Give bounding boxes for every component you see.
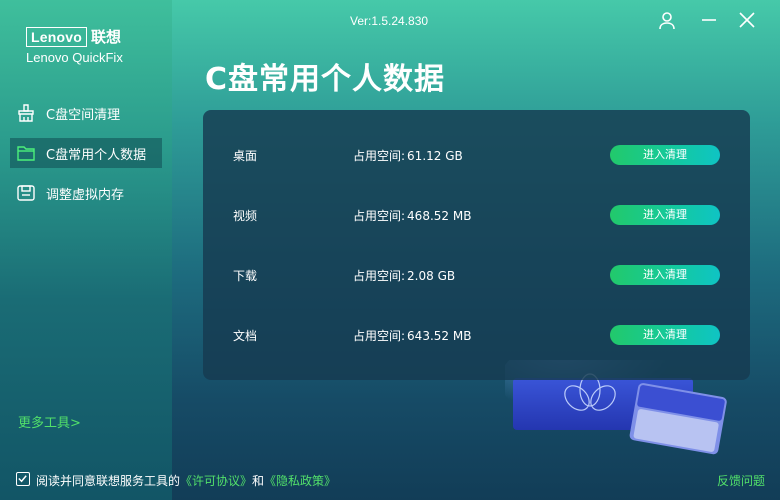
enter-cleanup-button[interactable]: 进入清理	[610, 265, 720, 285]
lenovo-logo: Lenovo 联想	[26, 26, 121, 47]
space-used: 占用空间: 468.52 MB	[353, 207, 471, 224]
sidebar-item-label: C盘空间清理	[46, 107, 121, 123]
folder-name: 文档	[233, 328, 258, 343]
space-used: 占用空间: 61.12 GB	[353, 147, 463, 164]
more-tools-link[interactable]: 更多工具>	[18, 412, 81, 431]
privacy-policy-link[interactable]: 《隐私政策》	[264, 474, 336, 488]
app-window: Lenovo 联想 Lenovo QuickFix C盘空间清理 C盘常用个人数…	[0, 0, 780, 500]
agreement-prefix: 阅读并同意联想服务工具的	[36, 474, 181, 488]
license-agreement-link[interactable]: 《许可协议》	[180, 474, 252, 488]
folder-name: 下载	[233, 268, 258, 283]
space-used: 占用空间: 643.52 MB	[353, 327, 471, 344]
sidebar: Lenovo 联想 Lenovo QuickFix C盘空间清理 C盘常用个人数…	[0, 0, 172, 500]
checkmark-icon	[18, 475, 27, 483]
folder-name: 视频	[233, 208, 258, 223]
folder-icon	[17, 146, 35, 161]
feedback-link[interactable]: 反馈问题	[717, 472, 765, 489]
logo-chinese: 联想	[90, 28, 121, 46]
memory-icon	[17, 185, 35, 201]
sidebar-item-label: 调整虚拟内存	[46, 187, 125, 203]
space-used: 占用空间: 2.08 GB	[353, 267, 455, 284]
product-name: Lenovo QuickFix	[26, 50, 123, 65]
logo-wordmark: Lenovo	[26, 26, 87, 47]
sidebar-item-personal-data[interactable]: C盘常用个人数据	[10, 138, 162, 168]
space-used-label: 占用空间:	[353, 148, 406, 163]
page-title: C盘常用个人数据	[205, 62, 446, 97]
agreement-and: 和	[252, 474, 265, 488]
space-used-value: 2.08 GB	[407, 268, 456, 283]
version-label: Ver:1.5.24.830	[350, 14, 429, 28]
user-icon[interactable]	[657, 10, 677, 30]
minimize-icon[interactable]	[699, 10, 719, 30]
agreement-text: 阅读并同意联想服务工具的《许可协议》和《隐私政策》	[36, 472, 336, 489]
enter-cleanup-button[interactable]: 进入清理	[610, 325, 720, 345]
folder-name: 桌面	[233, 148, 258, 163]
enter-cleanup-button[interactable]: 进入清理	[610, 205, 720, 225]
list-item: 文档 占用空间: 643.52 MB 进入清理	[203, 323, 750, 347]
personal-data-panel: 桌面 占用空间: 61.12 GB 进入清理 视频 占用空间: 468.52 MB …	[203, 110, 750, 380]
sidebar-item-c-drive-cleanup[interactable]: C盘空间清理	[10, 98, 162, 128]
space-used-label: 占用空间:	[353, 328, 406, 343]
space-used-label: 占用空间:	[353, 268, 406, 283]
enter-cleanup-button[interactable]: 进入清理	[610, 145, 720, 165]
space-used-value: 643.52 MB	[407, 328, 472, 343]
sidebar-nav: C盘空间清理 C盘常用个人数据 调整虚拟内存	[10, 98, 162, 218]
agree-checkbox[interactable]	[16, 472, 30, 486]
close-icon[interactable]	[737, 10, 757, 30]
list-item: 桌面 占用空间: 61.12 GB 进入清理	[203, 143, 750, 167]
sidebar-item-label: C盘常用个人数据	[46, 147, 147, 163]
space-used-value: 468.52 MB	[407, 208, 472, 223]
sidebar-item-virtual-memory[interactable]: 调整虚拟内存	[10, 178, 162, 208]
space-used-value: 61.12 GB	[407, 148, 463, 163]
space-used-label: 占用空间:	[353, 208, 406, 223]
list-item: 下载 占用空间: 2.08 GB 进入清理	[203, 263, 750, 287]
list-item: 视频 占用空间: 468.52 MB 进入清理	[203, 203, 750, 227]
broom-icon	[18, 104, 34, 122]
